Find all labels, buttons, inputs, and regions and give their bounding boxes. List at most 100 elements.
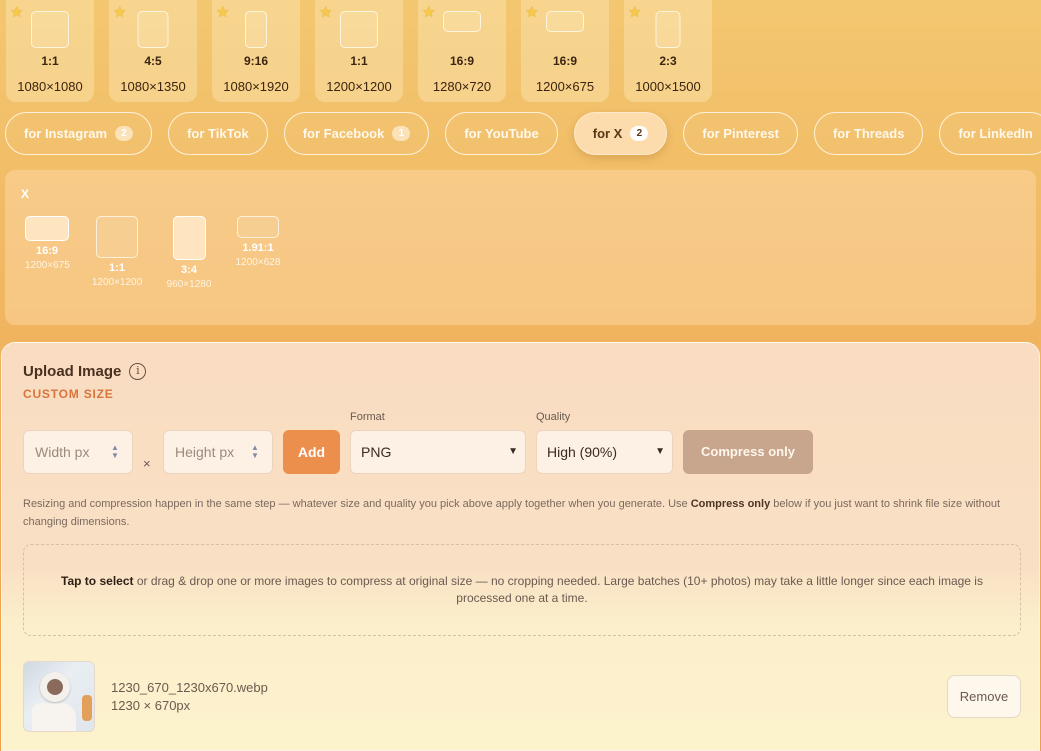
preset-ratio: 16:9 [35,245,59,257]
quality-value: High (90%) [547,444,618,460]
aspect-shape [172,216,206,260]
format-select[interactable]: PNG ▼ [350,430,526,474]
height-placeholder: Height px [175,444,235,460]
x-preset-1-1[interactable]: 1:1 1200×1200 [87,216,147,288]
thumbnail-cup [40,672,70,702]
platform-tabs: for Instagram 2 for TikTok for Facebook … [5,112,1041,155]
preset-card[interactable]: ★ 2:3 1000×1500 [624,0,712,102]
preset-ratio: 1:1 [350,54,368,68]
preset-dims: 1200×1200 [91,277,143,288]
tab-facebook[interactable]: for Facebook 1 [283,112,430,155]
preset-dims: 1080×1350 [120,79,186,94]
dropzone-text: or drag & drop one or more images to com… [133,574,983,605]
aspect-shape [237,216,279,238]
help-text-part: Resizing and compression happen in the s… [23,498,691,510]
upload-card: Upload Image i CUSTOM SIZE Width px ▲ ▼ ×… [1,342,1040,751]
preset-dims: 960×1280 [166,279,212,290]
preset-ratio: 16:9 [449,54,475,68]
preset-dims: 1280×720 [432,79,492,94]
info-icon[interactable]: i [129,363,147,380]
preset-card[interactable]: ★ 1:1 1080×1080 [6,0,94,102]
aspect-shape [245,11,267,48]
aspect-shape [25,216,69,241]
thumbnail-bread [82,695,92,721]
star-icon[interactable]: ★ [422,5,435,20]
aspect-shape [96,216,138,258]
stepper-icon[interactable]: ▲ ▼ [250,444,260,460]
aspect-shape [546,11,584,32]
star-icon[interactable]: ★ [525,5,538,20]
panel-title: X [21,187,30,201]
height-input[interactable]: Height px ▲ ▼ [163,430,273,474]
tab-youtube[interactable]: for YouTube [445,112,558,155]
preset-ratio: 16:9 [552,54,578,68]
aspect-shape [443,11,481,32]
upload-title-text: Upload Image [23,363,122,380]
quality-label: Quality [536,411,571,423]
file-dimensions: 1230 × 670px [111,698,191,713]
star-icon[interactable]: ★ [10,5,23,20]
chevron-down-icon: ▼ [508,446,518,457]
preset-ratio: 1:1 [109,262,125,274]
preset-card[interactable]: ★ 4:5 1080×1350 [109,0,197,102]
tab-x[interactable]: for X 2 [573,112,668,155]
tab-label: for YouTube [464,126,539,141]
preset-dims: 1200×1200 [326,79,392,94]
times-symbol: × [143,456,151,471]
preset-ratio: 9:16 [243,54,269,68]
aspect-shape [655,11,681,48]
x-preset-1-91-1[interactable]: 1.91:1 1200×628 [233,216,283,268]
format-value: PNG [361,444,392,460]
star-icon[interactable]: ★ [216,5,229,20]
tab-threads[interactable]: for Threads [813,112,924,155]
star-icon[interactable]: ★ [113,5,126,20]
tab-label: for Facebook [302,126,385,141]
count-badge: 2 [115,126,134,141]
chevron-down-icon: ▼ [655,446,665,457]
compress-only-button[interactable]: Compress only [683,430,813,474]
preset-dims: 1000×1500 [635,79,701,94]
preset-ratio: 4:5 [144,54,162,68]
preset-ratio: 1.91:1 [242,242,274,254]
help-text: Resizing and compression happen in the s… [23,495,1023,531]
dropzone-cta[interactable]: Tap to select [61,574,133,588]
count-badge: 1 [392,126,411,141]
dropzone[interactable]: Tap to select or drag & drop one or more… [23,544,1021,636]
preset-row: ★ 1:1 1080×1080 ★ 4:5 1080×1350 ★ 9:16 1… [6,0,712,102]
star-icon[interactable]: ★ [319,5,332,20]
preset-card[interactable]: ★ 16:9 1280×720 [418,0,506,102]
preset-dims: 1080×1080 [17,79,83,94]
x-preset-16-9[interactable]: 16:9 1200×675 [25,216,70,271]
preset-card[interactable]: ★ 9:16 1080×1920 [212,0,300,102]
width-input[interactable]: Width px ▲ ▼ [23,430,133,474]
preset-dims: 1200×628 [235,257,281,268]
add-size-button[interactable]: Add [283,430,340,474]
file-thumbnail [23,661,95,732]
remove-file-button[interactable]: Remove [947,675,1021,718]
preset-card[interactable]: ★ 16:9 1200×675 [521,0,609,102]
x-presets-panel: X 16:9 1200×675 1:1 1200×1200 3:4 960×12… [5,170,1036,325]
stepper-icon[interactable]: ▲ ▼ [110,444,120,460]
star-icon[interactable]: ★ [628,5,641,20]
tab-instagram[interactable]: for Instagram 2 [5,112,153,155]
preset-ratio: 2:3 [659,54,677,68]
preset-ratio: 3:4 [181,264,197,276]
tab-tiktok[interactable]: for TikTok [168,112,268,155]
preset-card[interactable]: ★ 1:1 1200×1200 [315,0,403,102]
width-placeholder: Width px [35,444,90,460]
x-preset-3-4[interactable]: 3:4 960×1280 [163,216,215,290]
preset-dims: 1200×675 [25,260,70,271]
format-label: Format [350,411,385,423]
quality-select[interactable]: High (90%) ▼ [536,430,673,474]
tab-label: for Instagram [24,126,108,141]
tab-pinterest[interactable]: for Pinterest [683,112,798,155]
aspect-shape [137,11,169,48]
aspect-shape [340,11,378,48]
tab-label: for X [592,126,623,141]
preset-ratio: 1:1 [41,54,59,68]
preset-dims: 1080×1920 [223,79,289,94]
tab-linkedin[interactable]: for LinkedIn [939,112,1041,155]
tab-label: for Threads [832,126,905,141]
help-text-bold: Compress only [690,498,771,510]
thumbnail-cloth [32,703,76,731]
